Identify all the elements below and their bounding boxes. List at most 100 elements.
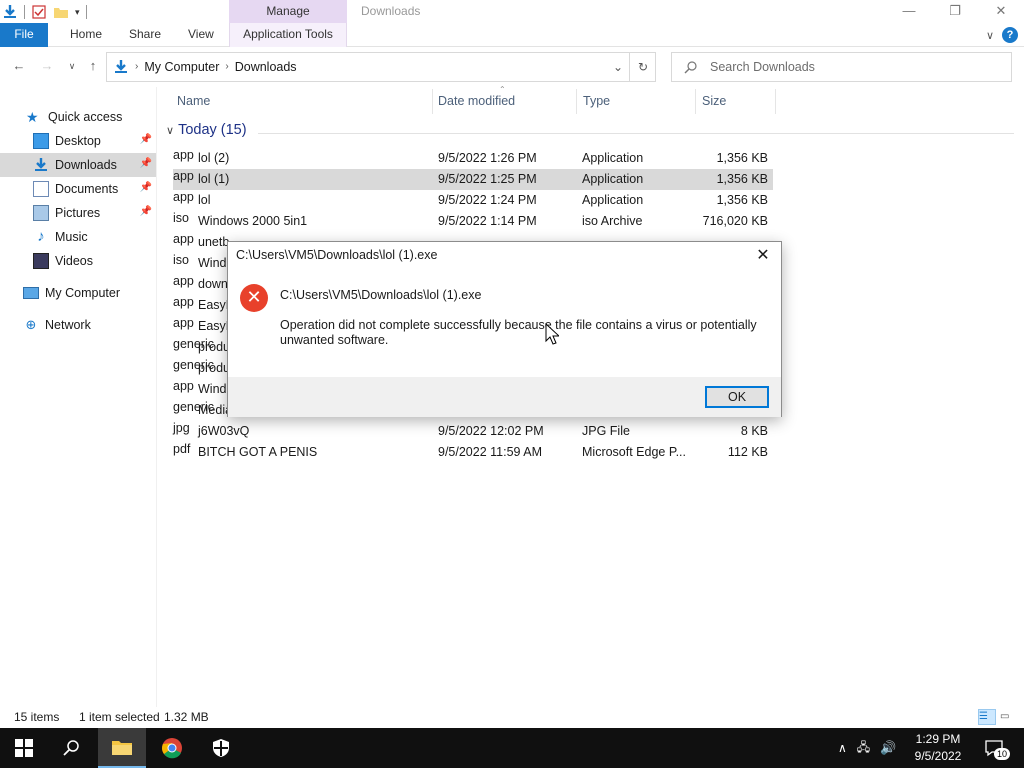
- action-center-button[interactable]: 10: [972, 728, 1016, 768]
- dialog-footer: OK: [228, 377, 781, 417]
- refresh-button[interactable]: ↻: [629, 53, 656, 81]
- back-button[interactable]: ←: [10, 57, 28, 75]
- sidebar-item-label: Downloads: [55, 158, 117, 172]
- file-row[interactable]: pdf BITCH GOT A PENIS 9/5/2022 11:59 AM Mic…: [173, 442, 773, 463]
- minimize-button[interactable]: —: [886, 0, 932, 23]
- file-date-modified: 9/5/2022 1:25 PM: [438, 172, 537, 186]
- up-button[interactable]: ↑: [84, 57, 102, 75]
- taskbar-chrome[interactable]: [148, 728, 196, 768]
- breadcrumb-downloads[interactable]: Downloads: [235, 53, 297, 81]
- sidebar-item-downloads[interactable]: Downloads 📌: [0, 153, 156, 177]
- file-row[interactable]: app lol 9/5/2022 1:24 PM Application 1,356 K…: [173, 190, 773, 211]
- tab-home[interactable]: Home: [70, 23, 102, 47]
- new-folder-icon[interactable]: [53, 4, 69, 20]
- minimize-icon: —: [902, 3, 916, 18]
- tab-view[interactable]: View: [188, 23, 214, 47]
- downloads-folder-icon: [4, 5, 16, 18]
- tab-share[interactable]: Share: [129, 23, 161, 47]
- address-bar[interactable]: › My Computer › Downloads ⌄ ↻: [106, 52, 656, 82]
- windows-logo-icon: [15, 739, 33, 757]
- sort-indicator-icon: ⌃: [499, 85, 506, 94]
- sidebar-item-desktop[interactable]: Desktop 📌: [0, 129, 156, 153]
- shield-icon: [213, 739, 229, 757]
- column-divider[interactable]: [695, 89, 696, 114]
- tab-application-tools[interactable]: Application Tools: [229, 23, 347, 47]
- breadcrumb-my-computer[interactable]: My Computer: [144, 53, 219, 81]
- forward-button[interactable]: →: [38, 57, 56, 75]
- chevron-down-icon: ⌄: [612, 60, 624, 74]
- group-divider: [258, 133, 1014, 134]
- column-header-name[interactable]: Name: [177, 89, 210, 114]
- sidebar-item-videos[interactable]: Videos: [0, 249, 156, 273]
- clock[interactable]: 1:29 PM 9/5/2022: [906, 731, 970, 765]
- file-type: Application: [582, 193, 644, 207]
- file-type: Application: [582, 151, 644, 165]
- ribbon: File Home Share View Application Tools ∨…: [0, 23, 1024, 47]
- sidebar-item-documents[interactable]: Documents 📌: [0, 177, 156, 201]
- sidebar-item-label: My Computer: [45, 286, 121, 300]
- tab-manage[interactable]: Manage: [229, 0, 347, 23]
- large-icons-view-button[interactable]: ▭: [999, 709, 1017, 725]
- sidebar-item-pictures[interactable]: Pictures 📌: [0, 201, 156, 225]
- restore-icon: ❐: [949, 3, 961, 18]
- column-header-type[interactable]: Type: [583, 89, 610, 114]
- quick-access-toolbar: ▾: [0, 2, 87, 22]
- pin-icon[interactable]: 📌: [140, 182, 152, 193]
- close-button[interactable]: ✕: [978, 0, 1024, 23]
- pin-icon[interactable]: 📌: [140, 158, 152, 169]
- file-name: Windows 2000 5in1: [198, 214, 308, 228]
- column-divider[interactable]: [775, 89, 776, 114]
- ribbon-right-controls: ∨ ?: [986, 27, 1018, 43]
- network-status-icon[interactable]: 🖧: [857, 738, 870, 759]
- start-button[interactable]: [0, 728, 48, 768]
- status-item-count: 15 items: [14, 710, 60, 724]
- help-icon[interactable]: ?: [1002, 27, 1018, 43]
- sidebar-item-music[interactable]: ♪ Music: [0, 225, 156, 249]
- pin-icon[interactable]: 📌: [140, 134, 152, 145]
- file-size: 1,356 KB: [716, 151, 768, 165]
- search-box[interactable]: Search Downloads: [671, 52, 1012, 82]
- sidebar-item-network[interactable]: ⊕ Network: [0, 313, 156, 337]
- taskbar-file-explorer[interactable]: [98, 728, 146, 768]
- expand-ribbon-icon[interactable]: ∨: [986, 29, 994, 42]
- maximize-button[interactable]: ❐: [932, 0, 978, 23]
- file-name: down: [198, 277, 228, 291]
- search-icon: [684, 61, 697, 74]
- sidebar-item-quick-access[interactable]: ★ Quick access: [0, 105, 156, 129]
- show-hidden-icons-button[interactable]: ∧: [838, 741, 847, 755]
- notification-count-badge: 10: [994, 748, 1011, 760]
- tab-file[interactable]: File: [0, 23, 48, 47]
- volume-icon[interactable]: 🔊: [880, 740, 896, 756]
- file-name: j6W03vQ: [198, 424, 250, 438]
- file-name: lol (1): [198, 172, 230, 186]
- dialog-close-button[interactable]: ✕: [751, 244, 775, 268]
- ok-button[interactable]: OK: [705, 386, 769, 408]
- properties-icon[interactable]: [31, 4, 47, 20]
- file-date-modified: 9/5/2022 1:24 PM: [438, 193, 537, 207]
- column-header-size[interactable]: Size: [702, 89, 726, 114]
- taskbar-windows-security[interactable]: [197, 728, 245, 768]
- group-header-today[interactable]: ∨ Today (15): [166, 122, 247, 138]
- sidebar-item-label: Quick access: [48, 110, 123, 124]
- arrow-left-icon: ←: [12, 58, 26, 73]
- mouse-cursor-icon: [545, 323, 559, 345]
- music-icon: ♪: [37, 228, 45, 245]
- file-row[interactable]: iso Windows 2000 5in1 9/5/2022 1:14 PM iso …: [173, 211, 773, 232]
- details-view-button[interactable]: ☰: [978, 709, 996, 725]
- column-divider[interactable]: [432, 89, 433, 114]
- file-type: iso Archive: [582, 214, 643, 228]
- qat-customize-icon[interactable]: ▾: [75, 7, 80, 18]
- address-dropdown-button[interactable]: ⌄: [607, 53, 629, 81]
- file-name: unetb: [198, 235, 230, 249]
- recent-locations-button[interactable]: ∨: [63, 57, 81, 75]
- column-divider[interactable]: [576, 89, 577, 114]
- file-row[interactable]: app lol (1) 9/5/2022 1:25 PM Application 1,3…: [173, 169, 773, 190]
- file-row[interactable]: jpg j6W03vQ 9/5/2022 12:02 PM JPG File 8 KB: [173, 421, 773, 442]
- search-button[interactable]: [48, 728, 96, 768]
- file-row[interactable]: app lol (2) 9/5/2022 1:26 PM Application 1,3…: [173, 148, 773, 169]
- videos-icon: [33, 253, 49, 269]
- file-size: 1,356 KB: [716, 193, 768, 207]
- sidebar-item-my-computer[interactable]: My Computer: [0, 281, 156, 305]
- pin-icon[interactable]: 📌: [140, 206, 152, 217]
- search-input[interactable]: Search Downloads: [710, 53, 815, 81]
